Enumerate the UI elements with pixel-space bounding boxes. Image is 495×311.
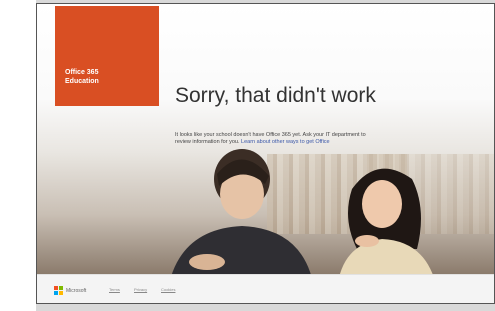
hero-background: Office 365 Education Sorry, that didn't … xyxy=(37,4,494,294)
microsoft-logo-icon xyxy=(54,286,63,295)
student-photo-right xyxy=(337,168,437,289)
footer-link-terms[interactable]: Terms xyxy=(109,287,120,292)
page-title: Sorry, that didn't work xyxy=(175,84,376,107)
logo-line-1: Office 365 xyxy=(65,69,99,76)
office-365-education-logo: Office 365 Education xyxy=(55,6,159,106)
student-photo-left xyxy=(167,149,315,294)
page-margin xyxy=(0,0,36,311)
error-message-text-2: review information for you. xyxy=(175,139,240,145)
error-message: It looks like your school doesn't have O… xyxy=(175,132,465,146)
footer-link-cookies[interactable]: Cookies xyxy=(161,287,175,292)
microsoft-wordmark: Microsoft xyxy=(66,287,87,294)
signup-error-page: Office 365 Education Sorry, that didn't … xyxy=(36,3,495,304)
footer: Microsoft Terms Privacy Cookies xyxy=(37,274,494,303)
logo-text: Office 365 Education xyxy=(65,68,99,86)
learn-more-link[interactable]: Learn about other ways to get Office xyxy=(241,139,330,145)
logo-line-2: Education xyxy=(65,78,99,85)
footer-link-privacy[interactable]: Privacy xyxy=(134,287,147,292)
microsoft-logo[interactable]: Microsoft xyxy=(54,286,86,295)
error-message-text: It looks like your school doesn't have O… xyxy=(175,132,366,138)
